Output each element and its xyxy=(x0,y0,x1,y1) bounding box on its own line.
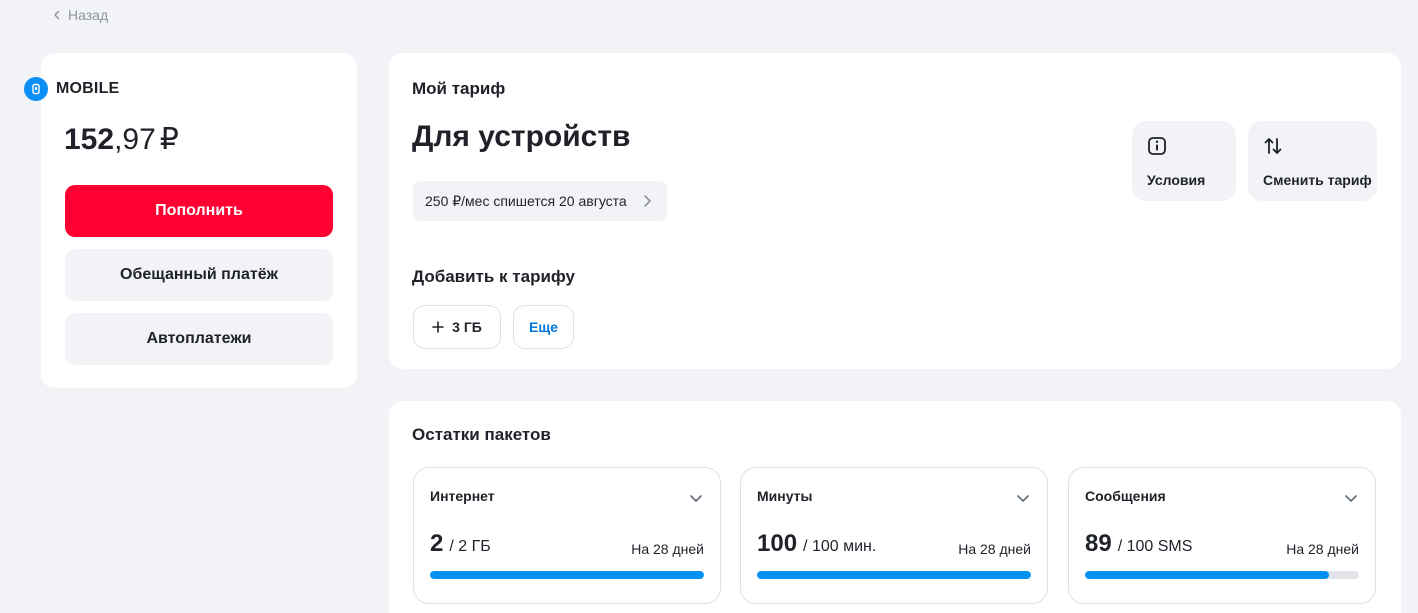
package-period: На 28 дней xyxy=(631,541,704,557)
package-progress-bar xyxy=(757,571,1031,579)
chevron-left-icon xyxy=(54,10,60,20)
change-tariff-button[interactable]: Сменить тариф xyxy=(1248,121,1377,201)
chevron-down-icon[interactable] xyxy=(1015,490,1031,506)
package-total: / 100 SMS xyxy=(1117,538,1193,555)
package-period: На 28 дней xyxy=(958,541,1031,557)
package-amount: 2 / 2 ГБ xyxy=(430,530,491,558)
package-progress-bar xyxy=(1085,571,1359,579)
package-left: 100 xyxy=(757,530,798,557)
package-total: / 2 ГБ xyxy=(449,538,491,555)
conditions-button[interactable]: Условия xyxy=(1132,121,1236,201)
chevron-right-icon xyxy=(644,195,651,207)
package-left: 2 xyxy=(430,530,444,557)
tariff-section-title: Мой тариф xyxy=(412,79,506,98)
tariff-name: Для устройств xyxy=(412,120,631,153)
package-left: 89 xyxy=(1085,530,1112,557)
packages-title: Остатки пакетов xyxy=(412,425,551,444)
package-progress-fill xyxy=(430,571,704,579)
package-amount: 89 / 100 SMS xyxy=(1085,530,1192,558)
addon-label: 3 ГБ xyxy=(452,319,482,335)
package-progress-fill xyxy=(757,571,1031,579)
chevron-down-icon[interactable] xyxy=(688,490,704,506)
swap-arrows-icon xyxy=(1264,138,1282,154)
promised-payment-button[interactable]: Обещанный платёж xyxy=(65,249,333,301)
balance-amount: 152 ,97 ₽ xyxy=(64,120,179,160)
package-progress-bar xyxy=(430,571,704,579)
balance-fraction: ,97 xyxy=(114,123,156,156)
account-brand: MOBILE xyxy=(24,77,119,101)
add-to-tariff-title: Добавить к тарифу xyxy=(412,267,576,286)
more-label: Еще xyxy=(529,319,558,335)
topup-button[interactable]: Пополнить xyxy=(65,185,333,237)
chevron-down-icon[interactable] xyxy=(1343,490,1359,506)
back-link[interactable]: Назад xyxy=(52,6,108,24)
package-period: На 28 дней xyxy=(1286,541,1359,557)
charge-info-chip[interactable]: 250 ₽/мес спишется 20 августа xyxy=(413,181,667,221)
package-title: Интернет xyxy=(430,488,495,504)
more-addons-button[interactable]: Еще xyxy=(513,305,574,349)
info-icon xyxy=(1148,137,1166,155)
change-tariff-label: Сменить тариф xyxy=(1263,172,1372,188)
package-messages[interactable]: Сообщения 89 / 100 SMS На 28 дней xyxy=(1068,467,1376,604)
mobile-logo-icon xyxy=(24,77,48,101)
charge-text: 250 ₽/мес спишется 20 августа xyxy=(425,192,627,209)
brand-name: MOBILE xyxy=(56,80,120,97)
conditions-label: Условия xyxy=(1147,172,1206,188)
package-amount: 100 / 100 мин. xyxy=(757,530,876,558)
plus-icon xyxy=(432,321,444,333)
package-internet[interactable]: Интернет 2 / 2 ГБ На 28 дней xyxy=(413,467,721,604)
autopay-button[interactable]: Автоплатежи xyxy=(65,313,333,365)
balance-currency: ₽ xyxy=(159,123,179,156)
package-total: / 100 мин. xyxy=(803,538,877,555)
package-minutes[interactable]: Минуты 100 / 100 мин. На 28 дней xyxy=(740,467,1048,604)
back-label: Назад xyxy=(68,7,109,23)
package-title: Минуты xyxy=(757,488,813,504)
package-progress-fill xyxy=(1085,571,1329,579)
package-title: Сообщения xyxy=(1085,488,1166,504)
addon-3gb-button[interactable]: 3 ГБ xyxy=(413,305,501,349)
balance-integer: 152 xyxy=(64,123,115,156)
